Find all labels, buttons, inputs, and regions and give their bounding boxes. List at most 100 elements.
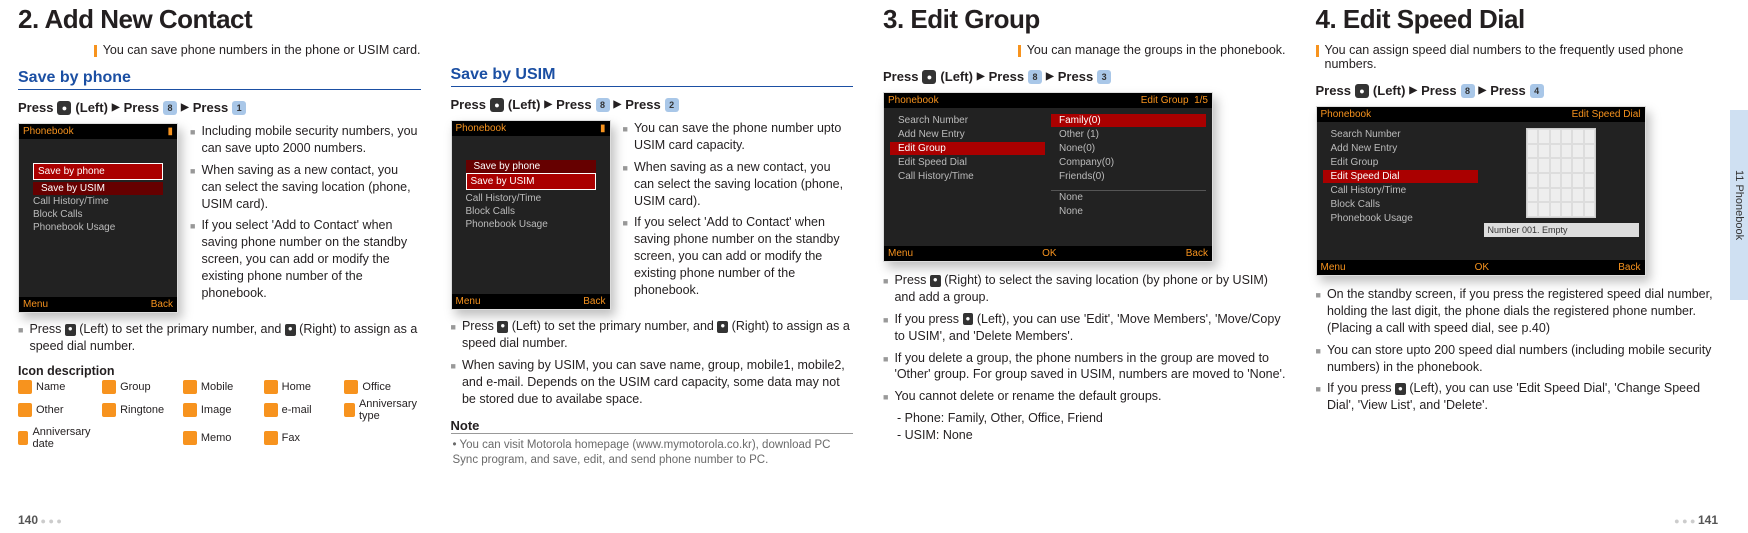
shot-item: Edit Group xyxy=(890,142,1045,155)
sub-bullet: - Phone: Family, Other, Office, Friend xyxy=(897,410,1286,427)
key-4-icon: 4 xyxy=(1530,84,1544,98)
phone-screenshot-double: Phonebook Edit Group 1/5 Search Number A… xyxy=(883,92,1213,262)
subline-speed-dial: You can assign speed dial numbers to the… xyxy=(1316,43,1719,71)
shot-item: Call History/Time xyxy=(458,192,604,205)
press-label: Press xyxy=(989,69,1024,84)
anniv-type-icon xyxy=(344,403,355,417)
key-2-icon: 2 xyxy=(665,98,679,112)
bullet: Press ● (Left) to set the primary number… xyxy=(451,318,854,352)
icon-cell: Name xyxy=(18,380,94,394)
icon-cell: Home xyxy=(264,380,337,394)
arrow-icon: ▶ xyxy=(1479,85,1487,96)
nav-key-icon: ● xyxy=(497,321,508,333)
mobile-icon xyxy=(183,380,197,394)
fax-icon xyxy=(264,431,278,445)
icon-cell: Ringtone xyxy=(102,398,175,422)
shot-title: Edit Group xyxy=(1141,95,1189,106)
press-label: Press xyxy=(1421,83,1456,98)
phone-screenshot-double: Phonebook Edit Speed Dial Search Number … xyxy=(1316,106,1646,276)
softkey: Back xyxy=(1618,262,1640,273)
shot-item: Phonebook Usage xyxy=(25,221,171,234)
press-sequence-speed: Press ● (Left) ▶ Press 8 ▶ Press 4 xyxy=(1316,83,1719,98)
side-tab: 11 Phonebook xyxy=(1730,110,1748,300)
memo-icon xyxy=(183,431,197,445)
bullet: Press ● (Right) to select the saving loc… xyxy=(883,272,1286,306)
email-icon xyxy=(264,403,278,417)
other-icon xyxy=(18,403,32,417)
nav-key-icon: ● xyxy=(490,98,504,112)
shot-title: Phonebook xyxy=(1321,109,1372,120)
shot-title: Phonebook xyxy=(23,126,74,137)
heading-add-contact: 2. Add New Contact xyxy=(18,4,421,35)
shot-input-label: Number 001. Empty xyxy=(1484,223,1639,237)
phone-screenshot: Phonebook▮ Save by phone Save by USIM Ca… xyxy=(451,120,611,310)
subline-text: You can manage the groups in the phonebo… xyxy=(1027,43,1286,57)
icon-cell: Anniversary date xyxy=(18,426,94,450)
shot-item: Friends(0) xyxy=(1051,170,1206,183)
press-label: Press xyxy=(883,69,918,84)
arrow-icon: ▶ xyxy=(977,71,985,82)
press-label: (Left) xyxy=(1373,83,1406,98)
softkey: Back xyxy=(583,296,605,307)
key-8-icon: 8 xyxy=(1461,84,1475,98)
shot-signal-icon: ▮ xyxy=(600,123,606,134)
softkey: Menu xyxy=(23,299,48,310)
accent-bar-icon xyxy=(94,45,97,57)
arrow-icon: ▶ xyxy=(1046,71,1054,82)
softkey: Back xyxy=(1186,248,1208,259)
nav-key-icon: ● xyxy=(285,324,296,336)
softkey: Menu xyxy=(888,248,913,259)
nav-key-icon: ● xyxy=(1355,84,1369,98)
shot-item: Phonebook Usage xyxy=(458,218,604,231)
note-heading: Note xyxy=(451,418,854,434)
icon-cell xyxy=(102,426,175,450)
press-label: Press xyxy=(18,100,53,115)
subline-edit-group: You can manage the groups in the phonebo… xyxy=(883,43,1286,57)
image-icon xyxy=(183,403,197,417)
icon-cell: Fax xyxy=(264,426,337,450)
press-sequence-usim: Press ● (Left) ▶ Press 8 ▶ Press 2 xyxy=(451,97,854,112)
icon-desc-heading: Icon description xyxy=(18,364,421,378)
shot-item: Call History/Time xyxy=(890,170,1045,183)
section-4: 4. Edit Speed Dial You can assign speed … xyxy=(1316,4,1719,525)
shot-title: Phonebook xyxy=(888,95,939,106)
icon-cell: Mobile xyxy=(183,380,256,394)
arrow-icon: ▶ xyxy=(1409,85,1417,96)
press-label: Press xyxy=(193,100,228,115)
press-label: Press xyxy=(1058,69,1093,84)
shot-item: Company(0) xyxy=(1051,156,1206,169)
name-icon xyxy=(18,380,32,394)
text: (Left) to set the primary number, and xyxy=(76,322,285,336)
bullet: If you press ● (Left), you can use 'Edit… xyxy=(1316,380,1719,414)
section-2-right: Save by USIM Press ● (Left) ▶ Press 8 ▶ … xyxy=(451,4,854,525)
press-label: (Left) xyxy=(940,69,973,84)
shot-item: Other (1) xyxy=(1051,128,1206,141)
bullet: You cannot delete or rename the default … xyxy=(883,388,1286,405)
subline-add-contact: You can save phone numbers in the phone … xyxy=(18,43,421,57)
bullet: When saving as a new contact, you can se… xyxy=(190,162,421,213)
bullet: Including mobile security numbers, you c… xyxy=(190,123,421,157)
nav-key-icon: ● xyxy=(1395,383,1406,395)
shot-item: Call History/Time xyxy=(25,195,171,208)
group-icon xyxy=(102,380,116,394)
bullet: When saving as a new contact, you can se… xyxy=(623,159,854,210)
icon-cell: Image xyxy=(183,398,256,422)
press-label: Press xyxy=(1316,83,1351,98)
shot-item: Save by USIM xyxy=(33,182,163,195)
press-label: Press xyxy=(1490,83,1525,98)
softkey: OK xyxy=(1475,262,1489,273)
shot-title: Edit Speed Dial xyxy=(1572,109,1641,120)
shot-item: Add New Entry xyxy=(890,128,1045,141)
accent-bar-icon xyxy=(1316,45,1319,57)
shot-item: Save by phone xyxy=(33,163,163,180)
nav-key-icon: ● xyxy=(922,70,936,84)
section-3: 3. Edit Group You can manage the groups … xyxy=(883,4,1286,525)
icon-grid: Name Group Mobile Home Office Other Ring… xyxy=(18,380,421,450)
shot-item: Add New Entry xyxy=(1323,142,1478,155)
bullet: If you press ● (Left), you can use 'Edit… xyxy=(883,311,1286,345)
subline-text: You can assign speed dial numbers to the… xyxy=(1325,43,1719,71)
heading-edit-speed-dial: 4. Edit Speed Dial xyxy=(1316,4,1719,35)
bullets-phone: Including mobile security numbers, you c… xyxy=(190,123,421,313)
ringtone-icon xyxy=(102,403,116,417)
nav-key-icon: ● xyxy=(65,324,76,336)
